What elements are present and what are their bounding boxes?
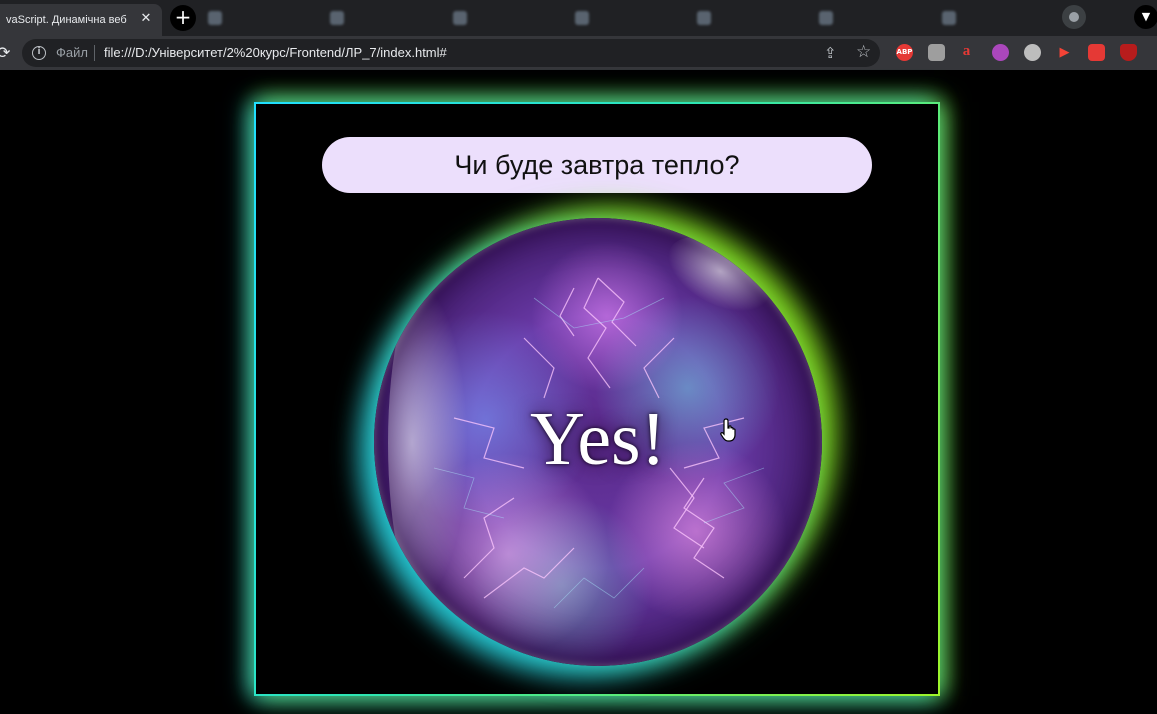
- site-info-label[interactable]: Файл: [56, 45, 88, 60]
- tab-strip: vaScript. Динамічна веб ✕ + ▼: [0, 0, 1157, 36]
- favicon-icon: [208, 11, 222, 25]
- browser-toolbar: ⟳ i Файл file:///D:/Університет/2%20курс…: [0, 36, 1157, 70]
- favicon-icon: [819, 11, 834, 25]
- background-tabs: [200, 6, 1050, 30]
- reload-icon[interactable]: ⟳: [0, 45, 10, 61]
- background-tab[interactable]: [200, 6, 316, 30]
- favicon-icon: [452, 11, 467, 25]
- close-icon[interactable]: ✕: [138, 11, 154, 27]
- status-bar: [0, 700, 240, 714]
- share-icon[interactable]: ⇪: [824, 44, 837, 62]
- tab-title: vaScript. Динамічна веб: [6, 14, 127, 26]
- favicon-icon: [330, 11, 345, 25]
- adblock-extension-icon[interactable]: ABP: [896, 44, 913, 61]
- background-tab[interactable]: [445, 6, 561, 30]
- extension-icon[interactable]: [1088, 44, 1105, 61]
- favicon-icon: [697, 11, 712, 25]
- info-icon[interactable]: i: [32, 46, 46, 60]
- tab-active[interactable]: vaScript. Динамічна веб ✕: [0, 4, 162, 36]
- extension-icon[interactable]: [1024, 44, 1041, 61]
- answer-text: Yes!: [530, 397, 666, 481]
- address-bar[interactable]: i Файл file:///D:/Університет/2%20курс/F…: [22, 39, 880, 67]
- favicon-icon: [574, 11, 589, 25]
- star-icon[interactable]: ☆: [856, 42, 871, 62]
- url-text[interactable]: file:///D:/Університет/2%20курс/Frontend…: [104, 45, 447, 60]
- plus-icon[interactable]: +: [170, 5, 196, 31]
- tab-search-button[interactable]: [1062, 5, 1086, 29]
- page-viewport: Чи буде завтра тепло? Yes!: [0, 70, 1157, 714]
- chevron-down-icon[interactable]: ▼: [1134, 5, 1157, 29]
- url-separator: [94, 45, 95, 61]
- extension-icon[interactable]: a: [958, 44, 975, 61]
- magic-orb[interactable]: Yes!: [374, 218, 822, 666]
- favicon-icon: [941, 11, 956, 25]
- background-tab[interactable]: [567, 6, 683, 30]
- background-tab[interactable]: [934, 6, 1050, 30]
- background-tab[interactable]: [322, 6, 438, 30]
- youtube-extension-icon[interactable]: ▶: [1056, 44, 1073, 61]
- neon-frame: Чи буде завтра тепло? Yes!: [254, 102, 940, 696]
- extension-icon[interactable]: [992, 44, 1009, 61]
- question-field[interactable]: Чи буде завтра тепло?: [322, 137, 872, 193]
- background-tab[interactable]: [811, 6, 927, 30]
- hand-pointer-icon: [720, 418, 736, 442]
- background-tab[interactable]: [689, 6, 805, 30]
- extension-icon[interactable]: [928, 44, 945, 61]
- ublock-extension-icon[interactable]: [1120, 44, 1137, 61]
